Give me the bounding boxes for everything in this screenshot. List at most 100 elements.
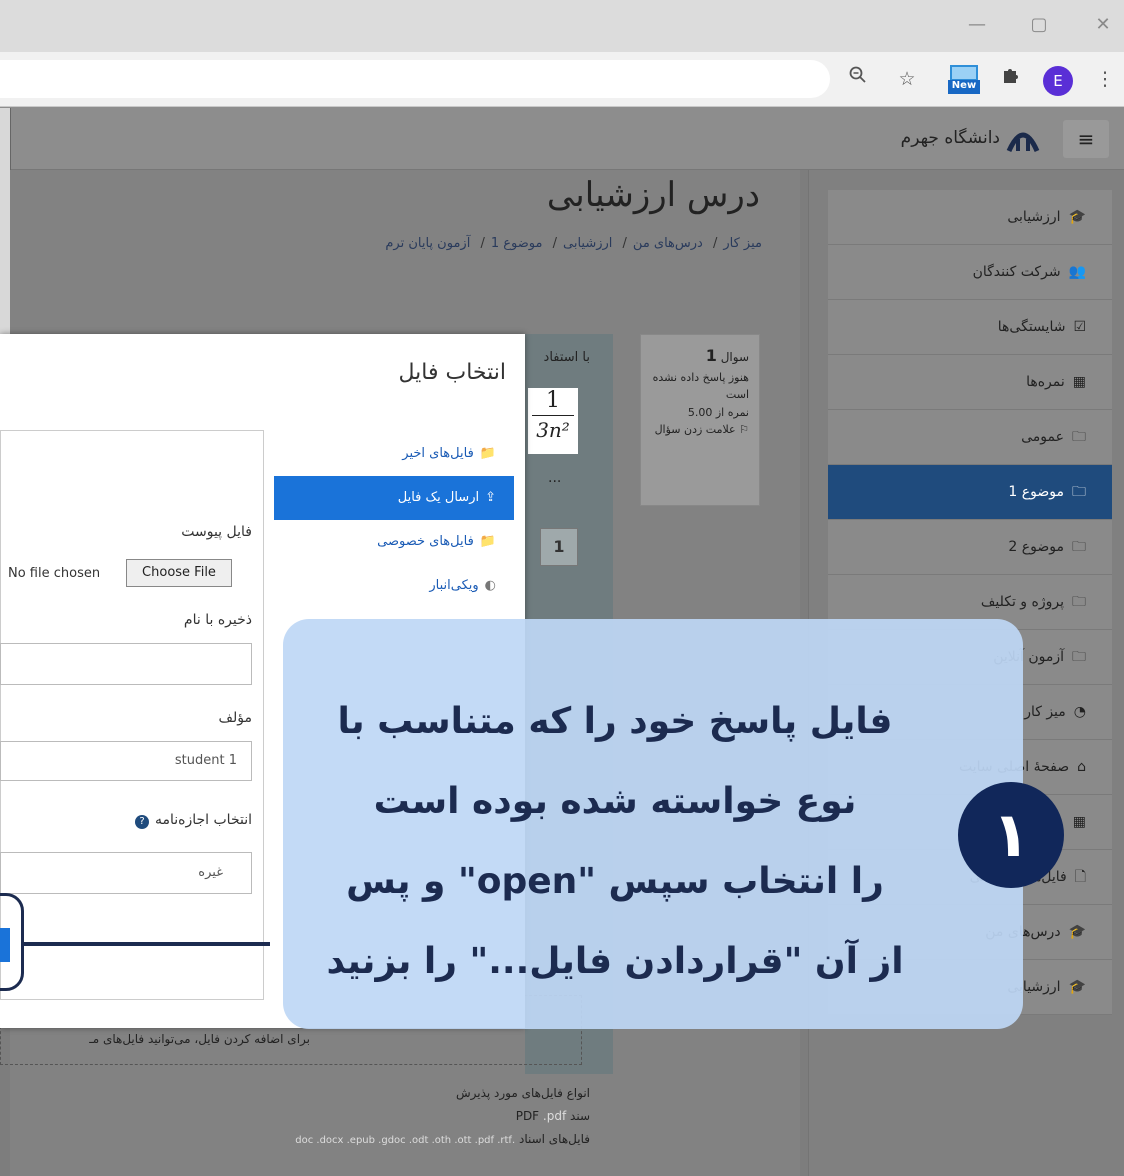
instruction-line: را انتخاب سپس "open" و پس bbox=[346, 861, 884, 902]
repo-label: ارسال یک فایل bbox=[397, 490, 480, 505]
pdf-type-ext: .pdf bbox=[542, 1108, 567, 1123]
nav-item-label: پروژه و تکلیف bbox=[980, 594, 1064, 610]
repo-recent-files[interactable]: 📁 فایل‌های اخیر bbox=[274, 432, 514, 476]
nav-item-label: موضوع 1 bbox=[1008, 484, 1064, 500]
repo-label: فایل‌های اخیر bbox=[402, 446, 474, 461]
sidebar-nav-item[interactable]: 👥 شرکت کنندگان bbox=[828, 245, 1112, 300]
breadcrumb-item[interactable]: میز کار bbox=[723, 236, 762, 251]
repo-private-files[interactable]: 📁 فایل‌های خصوصی bbox=[274, 520, 514, 564]
repo-label: ویکی‌انبار bbox=[429, 578, 479, 593]
pointer-line bbox=[24, 942, 270, 946]
breadcrumb-item[interactable]: ارزشیابی bbox=[563, 236, 612, 251]
nav-item-label: موضوع 2 bbox=[1008, 539, 1064, 555]
question-text: با استفاد bbox=[543, 350, 590, 365]
save-as-input[interactable] bbox=[0, 643, 252, 685]
nav-item-icon: ☑ bbox=[1073, 319, 1086, 335]
no-file-chosen-text: No file chosen bbox=[8, 566, 101, 581]
nav-item-icon: 🎓 bbox=[1068, 209, 1086, 225]
wiki-icon: ◐ bbox=[484, 578, 496, 593]
new-extension-icon[interactable]: New bbox=[946, 62, 982, 96]
breadcrumb-item[interactable]: آزمون پایان ترم bbox=[385, 236, 470, 251]
repo-wikimedia[interactable]: ◐ ویکی‌انبار bbox=[274, 564, 514, 608]
browser-titlebar bbox=[0, 0, 1124, 52]
nav-item-label: میز کار bbox=[1024, 704, 1066, 720]
sidebar-nav-item[interactable]: 🗀 عمومی bbox=[828, 410, 1112, 465]
accepted-types-heading: انواع فایل‌های مورد پذیرش bbox=[455, 1086, 590, 1100]
question-number-line: سوال 1 bbox=[651, 343, 749, 369]
repo-label: فایل‌های خصوصی bbox=[377, 534, 474, 549]
nav-item-label: شایستگی‌ها bbox=[997, 319, 1066, 335]
minimize-button[interactable]: — bbox=[962, 12, 992, 38]
file-picker-title: انتخاب فایل bbox=[398, 360, 507, 385]
star-icon[interactable]: ☆ bbox=[892, 64, 922, 94]
nav-item-icon: 🗀 bbox=[1072, 539, 1086, 555]
nav-item-icon: 🎓 bbox=[1068, 924, 1086, 940]
extension-badge: New bbox=[951, 80, 977, 91]
nav-item-icon: 🗀 bbox=[1072, 429, 1086, 445]
attachment-label: فایل پیوست bbox=[181, 524, 252, 540]
flag-question-label: علامت زدن سؤال bbox=[654, 423, 736, 437]
upload-icon: ⇪ bbox=[485, 490, 496, 505]
license-label-row: انتخاب اجازه‌نامه? bbox=[60, 812, 252, 829]
question-label: سوال bbox=[720, 350, 749, 364]
step-number-badge: ۱ bbox=[958, 782, 1064, 888]
puzzle-icon[interactable] bbox=[996, 64, 1026, 94]
address-bar[interactable] bbox=[0, 60, 830, 98]
breadcrumb-item[interactable]: موضوع 1 bbox=[491, 236, 543, 251]
zoom-icon[interactable] bbox=[843, 64, 873, 94]
accepted-type-docs: فایل‌های اسناد .doc .docx .epub .gdoc .o… bbox=[200, 1128, 590, 1151]
nav-item-icon: 👥 bbox=[1068, 264, 1086, 280]
license-select[interactable]: غیره bbox=[0, 852, 252, 894]
author-input[interactable]: student 1 bbox=[0, 741, 252, 781]
nav-item-label: شرکت کنندگان bbox=[972, 264, 1061, 280]
breadcrumb-item[interactable]: درس‌های من bbox=[633, 236, 703, 251]
folder-icon: 📁 bbox=[479, 446, 496, 461]
site-brand[interactable]: دانشگاه جهرم bbox=[840, 118, 1040, 158]
sidebar-nav-item[interactable]: ☑ شایستگی‌ها bbox=[828, 300, 1112, 355]
choose-file-button[interactable]: Choose File bbox=[126, 559, 232, 587]
nav-item-label: عمومی bbox=[1021, 429, 1064, 445]
hamburger-menu-button[interactable]: ≡ bbox=[1063, 120, 1109, 158]
license-label: انتخاب اجازه‌نامه bbox=[154, 812, 252, 828]
question-number: 1 bbox=[705, 346, 717, 365]
nav-item-icon: 🗋 bbox=[1074, 869, 1086, 885]
repository-list: 📁 فایل‌های اخیر ⇪ ارسال یک فایل 📁 فایل‌های … bbox=[274, 432, 514, 608]
profile-avatar[interactable]: E bbox=[1043, 66, 1073, 96]
question-status: هنوز پاسخ داده نشده است bbox=[652, 370, 749, 402]
flag-question-link[interactable]: ⚐ علامت زدن سؤال bbox=[651, 421, 749, 439]
question-grade: نمره از 5.00 bbox=[687, 405, 749, 419]
nav-item-icon: ▦ bbox=[1072, 814, 1086, 830]
sidebar-nav-item[interactable]: 🗀 موضوع 2 bbox=[828, 520, 1112, 575]
instruction-line: فایل پاسخ خود را که متناسب با bbox=[337, 701, 893, 742]
question-formula: 1 3n² bbox=[528, 388, 578, 454]
sidebar-nav-item[interactable]: ▦ نمره‌ها bbox=[828, 355, 1112, 410]
page-title: درس ارزشیابی bbox=[546, 175, 760, 215]
nav-item-icon: 🗀 bbox=[1072, 649, 1086, 665]
instruction-line: نوع خواسته شده بوده است bbox=[373, 781, 857, 822]
browser-menu-icon[interactable]: ⋮ bbox=[1090, 64, 1120, 94]
question-step-box[interactable]: 1 bbox=[540, 528, 578, 566]
instruction-text: فایل پاسخ خود را که متناسب با نوع خواسته… bbox=[300, 682, 930, 1002]
instruction-line: از آن "قراردادن فایل..." را بزنید bbox=[326, 941, 904, 982]
maximize-button[interactable]: ▢ bbox=[1024, 12, 1054, 38]
flag-icon: ⚐ bbox=[739, 423, 749, 437]
docs-type-ext: .doc .docx .epub .gdoc .odt .oth .ott .p… bbox=[295, 1134, 516, 1146]
formula-ellipsis: ... bbox=[548, 470, 562, 486]
sidebar-nav-item[interactable]: 🎓 ارزشیابی bbox=[828, 190, 1112, 245]
help-icon[interactable]: ? bbox=[134, 815, 149, 829]
breadcrumb: میز کار/ درس‌های من/ ارزشیابی/ موضوع 1/ … bbox=[385, 236, 762, 251]
highlight-frame bbox=[0, 893, 24, 991]
save-as-label: ذخیره با نام bbox=[183, 612, 252, 628]
university-logo-icon bbox=[1006, 123, 1040, 153]
close-window-button[interactable]: ✕ bbox=[1088, 12, 1118, 38]
nav-item-icon: 🎓 bbox=[1068, 979, 1086, 995]
question-info-box: سوال 1 هنوز پاسخ داده نشده است نمره از 5… bbox=[640, 334, 760, 506]
brand-name: دانشگاه جهرم bbox=[900, 128, 1000, 148]
docs-type-label: فایل‌های اسناد bbox=[518, 1131, 590, 1146]
repo-upload-file[interactable]: ⇪ ارسال یک فایل bbox=[274, 476, 514, 520]
formula-numerator: 1 bbox=[546, 388, 560, 413]
author-label: مؤلف bbox=[218, 710, 253, 726]
nav-item-icon: ◔ bbox=[1073, 704, 1086, 720]
sidebar-nav-item[interactable]: 🗀 موضوع 1 bbox=[828, 465, 1112, 520]
nav-item-label: ارزشیابی bbox=[1007, 209, 1061, 225]
